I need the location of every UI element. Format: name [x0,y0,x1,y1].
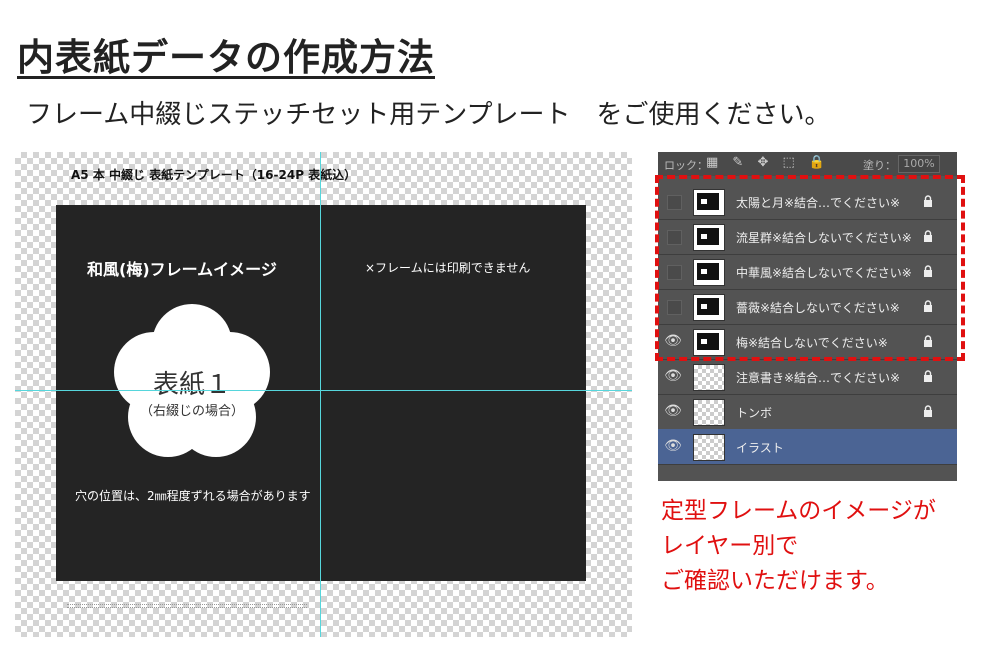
cover-title: 表紙１ [152,370,231,400]
layer-row[interactable]: 👁 注意書き※結合…でください※ [658,359,957,395]
layer-thumbnail [693,399,725,426]
layers-toolbar: ロック： ▦ ✎ ✥ ⬚ 🔒 塗り： 100% [658,152,957,176]
lock-options-icon[interactable]: ▦ ✎ ✥ ⬚ 🔒 [706,155,830,170]
page-title: 内表紙データの作成方法 [17,36,435,79]
horizontal-guide [15,390,632,391]
layer-thumbnail [693,364,725,391]
frame-name: 和風(梅)フレームイメージ [87,260,277,279]
hole-note: 穴の位置は、2㎜程度ずれる場合があります [75,489,311,503]
caption-line-3: ご確認いただけます。 [661,568,889,594]
frame-note: ×フレームには印刷できません [365,261,531,275]
template-preview: A5 本 中綴じ 表紙テンプレート（16-24P 表紙込） 和風(梅)フレームイ… [15,152,632,637]
layer-row[interactable]: 👁 トンボ [658,394,957,430]
lock-icon [924,405,932,417]
eye-icon[interactable]: 👁 [664,438,682,454]
vertical-guide [320,152,321,637]
caption-line-1: 定型フレームのイメージが [661,498,936,524]
fine-print-line [67,604,307,608]
page-subtitle: フレーム中綴じステッチセット用テンプレート をご使用ください。 [26,100,831,130]
eye-icon[interactable]: 👁 [664,368,682,384]
cover-subtitle: （右綴じの場合） [139,404,244,419]
layer-name[interactable]: トンボ [736,404,772,421]
layer-name[interactable]: イラスト [736,439,784,456]
eye-icon[interactable]: 👁 [664,403,682,419]
layer-name[interactable]: 注意書き※結合…でください※ [736,369,900,386]
layer-thumbnail [693,434,725,461]
template-label: A5 本 中綴じ 表紙テンプレート（16-24P 表紙込） [71,168,357,182]
fill-label: 塗り： [863,159,896,172]
caption: 定型フレームのイメージが レイヤー別で ご確認いただけます。 [661,494,936,599]
lock-icon [924,370,932,382]
caption-line-2: レイヤー別で [661,533,799,559]
fill-input[interactable]: 100% [898,155,940,173]
lock-label: ロック： [664,159,708,172]
layer-row[interactable]: 👁 イラスト [658,429,957,465]
